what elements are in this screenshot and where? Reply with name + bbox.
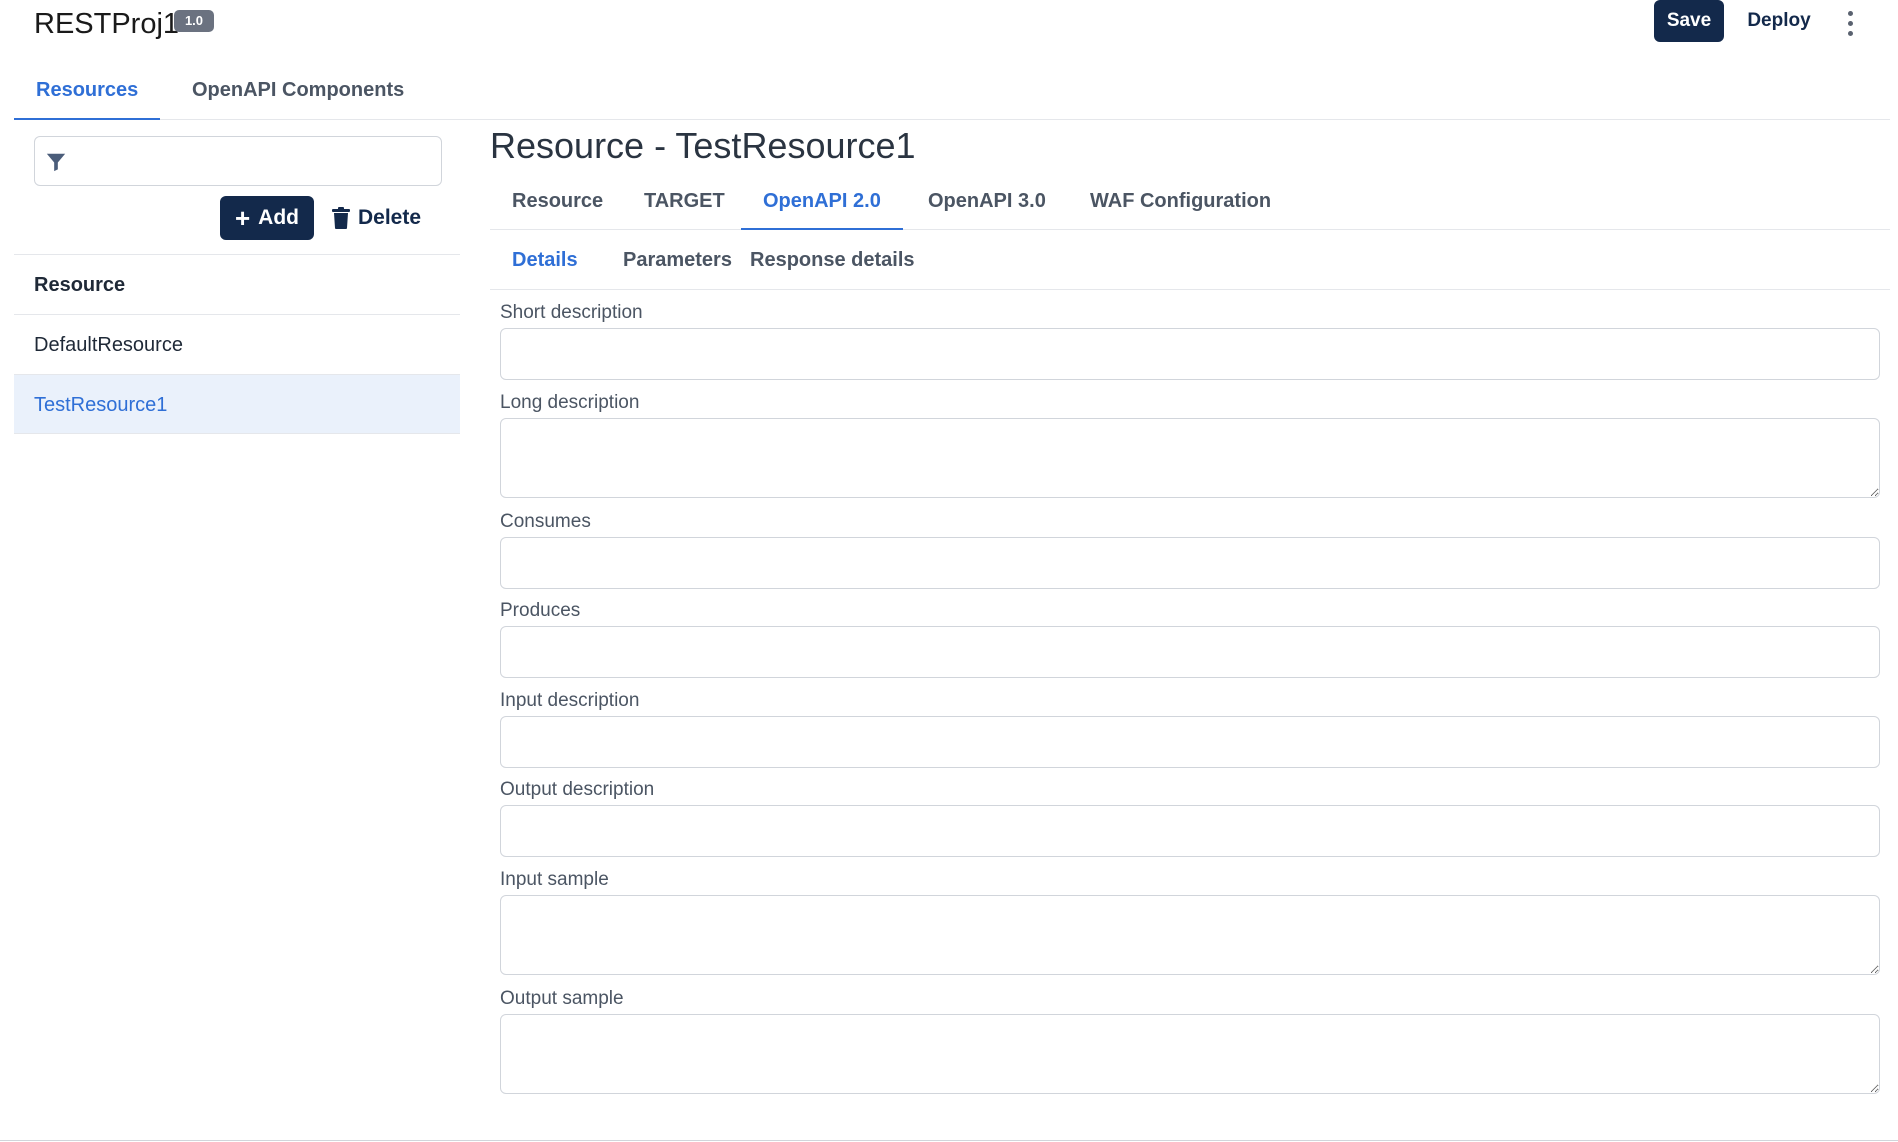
- input-sample-label: Input sample: [500, 869, 609, 890]
- tab-openapi-3[interactable]: OpenAPI 3.0: [906, 180, 1068, 230]
- list-item-testresource1[interactable]: TestResource1: [14, 374, 460, 434]
- plus-icon: +: [234, 203, 251, 233]
- filter-input[interactable]: [77, 145, 433, 179]
- delete-button-label: Delete: [358, 206, 422, 229]
- tab-resources[interactable]: Resources: [14, 70, 161, 120]
- long-description-label: Long description: [500, 392, 640, 413]
- tab-openapi-2[interactable]: OpenAPI 2.0: [741, 180, 903, 230]
- output-description-input[interactable]: [500, 805, 1880, 857]
- bottom-divider: [0, 1140, 1898, 1141]
- consumes-label: Consumes: [500, 511, 591, 532]
- filter-field: [34, 136, 442, 186]
- tab-target[interactable]: TARGET: [622, 180, 747, 230]
- produces-label: Produces: [500, 600, 581, 621]
- resource-list: Resource DefaultResource TestResource1: [14, 254, 460, 434]
- trash-icon: [332, 207, 350, 229]
- tab-resource[interactable]: Resource: [490, 180, 625, 230]
- input-description-input[interactable]: [500, 716, 1880, 768]
- resource-tab-bar: Resource TARGET OpenAPI 2.0 OpenAPI 3.0 …: [490, 180, 1890, 230]
- resource-list-header: Resource: [14, 254, 460, 314]
- short-description-input[interactable]: [500, 328, 1880, 380]
- project-title: RESTProj1: [34, 8, 180, 40]
- list-item-defaultresource[interactable]: DefaultResource: [14, 314, 460, 374]
- version-badge: 1.0: [174, 10, 214, 32]
- delete-button[interactable]: Delete: [332, 196, 442, 240]
- produces-input[interactable]: [500, 626, 1880, 678]
- input-sample-textarea[interactable]: [500, 895, 1880, 975]
- add-button[interactable]: + Add: [220, 196, 314, 240]
- subtab-details[interactable]: Details: [490, 242, 600, 290]
- tab-waf-configuration[interactable]: WAF Configuration: [1068, 180, 1293, 230]
- top-tab-bar: Resources OpenAPI Components: [14, 70, 1890, 120]
- long-description-textarea[interactable]: [500, 418, 1880, 498]
- output-description-label: Output description: [500, 779, 655, 800]
- add-button-label: Add: [258, 206, 299, 229]
- output-sample-label: Output sample: [500, 988, 624, 1009]
- tab-openapi-components[interactable]: OpenAPI Components: [170, 70, 426, 120]
- input-description-label: Input description: [500, 690, 640, 711]
- kebab-menu-icon[interactable]: [1838, 6, 1862, 38]
- page-title: Resource - TestResource1: [490, 125, 916, 166]
- filter-icon: [46, 153, 66, 172]
- output-sample-textarea[interactable]: [500, 1014, 1880, 1094]
- subtab-response-details[interactable]: Response details: [728, 242, 937, 290]
- openapi-subtab-bar: Details Parameters Response details: [490, 242, 1890, 290]
- save-button[interactable]: Save: [1654, 0, 1724, 42]
- consumes-input[interactable]: [500, 537, 1880, 589]
- deploy-button[interactable]: Deploy: [1736, 0, 1822, 42]
- short-description-label: Short description: [500, 302, 643, 323]
